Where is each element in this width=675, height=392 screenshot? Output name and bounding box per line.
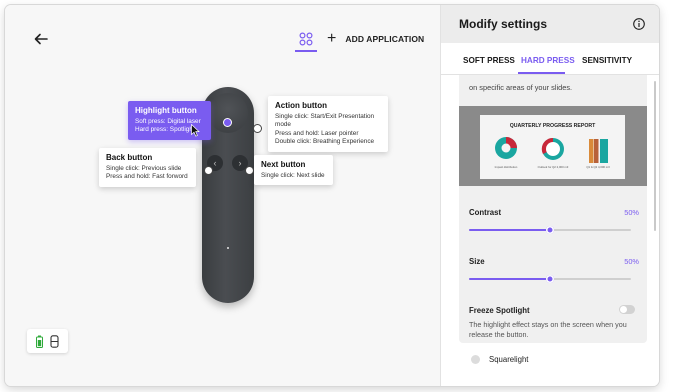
settings-scroll-area[interactable]: on specific areas of your slides. QUARTE… — [441, 75, 659, 386]
freeze-spotlight-toggle[interactable] — [619, 305, 635, 314]
panel-header: Modify settings — [441, 5, 659, 43]
squarelight-option[interactable]: Squarelight — [471, 355, 528, 364]
plus-icon: + — [327, 30, 337, 47]
panel-scrollbar[interactable] — [654, 81, 656, 231]
squarelight-label: Squarelight — [489, 355, 529, 364]
highlight-hotspot[interactable] — [223, 118, 232, 127]
callout-line: Single click: Previous slide — [106, 165, 182, 172]
callout-title: Back button — [106, 153, 153, 162]
callout-title: Highlight button — [135, 106, 197, 115]
battery-icon — [36, 335, 43, 348]
status-led — [227, 247, 229, 249]
tab-sensitivity[interactable]: SENSITIVITY — [582, 56, 632, 65]
mouse-cursor-icon — [191, 124, 200, 137]
size-slider[interactable] — [469, 275, 631, 283]
action-button-callout[interactable]: Action button Single click: Start/Exit P… — [268, 96, 388, 152]
info-icon[interactable] — [633, 18, 645, 30]
app-window: + ADD APPLICATION ‹ › Highlight button S… — [5, 5, 659, 386]
press-tabs: SOFT PRESS HARD PRESS SENSITIVITY — [441, 43, 659, 75]
callout-line: Press and hold: Fast forword — [106, 173, 188, 181]
add-application-label: ADD APPLICATION — [345, 34, 425, 44]
size-value: 50% — [624, 257, 639, 266]
freeze-spotlight-label: Freeze Spotlight — [469, 306, 530, 315]
spotlight-settings-card: on specific areas of your slides. QUARTE… — [459, 75, 647, 343]
spotlight-preview: QUARTERLY PROGRESS REPORT Impact distrib… — [459, 106, 647, 186]
callout-line: Double click: Breathing Experience — [275, 138, 375, 146]
tab-soft-press[interactable]: SOFT PRESS — [463, 56, 515, 65]
callout-title: Action button — [275, 101, 327, 110]
back-button-callout[interactable]: Back button Single click: Previous slide… — [99, 148, 196, 187]
squarelight-radio[interactable] — [471, 355, 480, 364]
active-tab-indicator — [518, 72, 565, 74]
action-hotspot[interactable] — [253, 124, 262, 133]
contrast-slider-fill — [469, 229, 550, 231]
arrow-left-icon[interactable] — [33, 32, 49, 46]
size-label: Size — [469, 257, 485, 266]
highlight-button-surface[interactable] — [208, 93, 248, 133]
next-button-callout[interactable]: Next button Single click: Next slide — [254, 155, 333, 186]
slide-charts-graphic: QUARTERLY PROGRESS REPORT Impact distrib… — [495, 123, 610, 169]
back-hotspot[interactable] — [204, 166, 213, 175]
preview-slide: QUARTERLY PROGRESS REPORT Impact distrib… — [480, 115, 625, 179]
device-status[interactable] — [27, 329, 68, 353]
callout-line: Single click: Next slide — [261, 172, 325, 179]
contrast-label: Contrast — [469, 208, 502, 217]
callout-line: Press and hold: Laser pointer — [275, 129, 359, 137]
settings-panel: Modify settings SOFT PRESS HARD PRESS SE… — [440, 5, 659, 386]
callout-title: Next button — [261, 160, 306, 169]
chart-caption: Outlook for Q2 2,000 m3 — [538, 165, 569, 169]
contrast-slider-thumb[interactable] — [546, 226, 554, 234]
contrast-slider[interactable] — [469, 226, 631, 234]
chevron-right-icon: › — [238, 158, 242, 168]
freeze-spotlight-description: The highlight effect stays on the screen… — [469, 320, 627, 339]
tab-hard-press[interactable]: HARD PRESS — [521, 56, 575, 65]
next-hotspot[interactable] — [245, 166, 254, 175]
size-slider-thumb[interactable] — [546, 275, 554, 283]
spotlight-description: on specific areas of your slides. — [469, 83, 573, 92]
callout-line: Single click: Start/Exit Presentation mo… — [275, 113, 375, 129]
panel-title: Modify settings — [459, 17, 548, 31]
apps-tab-indicator — [295, 50, 317, 52]
device-view: + ADD APPLICATION ‹ › Highlight button S… — [5, 5, 440, 386]
chart-caption: Q1 & Q2 4,000 m3 — [586, 165, 610, 169]
contrast-value: 50% — [624, 208, 639, 217]
size-slider-fill — [469, 278, 550, 280]
chevron-left-icon: ‹ — [213, 158, 217, 168]
receiver-icon — [50, 334, 59, 348]
slide-title: QUARTERLY PROGRESS REPORT — [510, 123, 596, 129]
add-application-button[interactable]: + ADD APPLICATION — [327, 30, 425, 47]
grid-circles-icon[interactable] — [299, 32, 313, 46]
chart-caption: Impact distribution — [495, 165, 518, 169]
